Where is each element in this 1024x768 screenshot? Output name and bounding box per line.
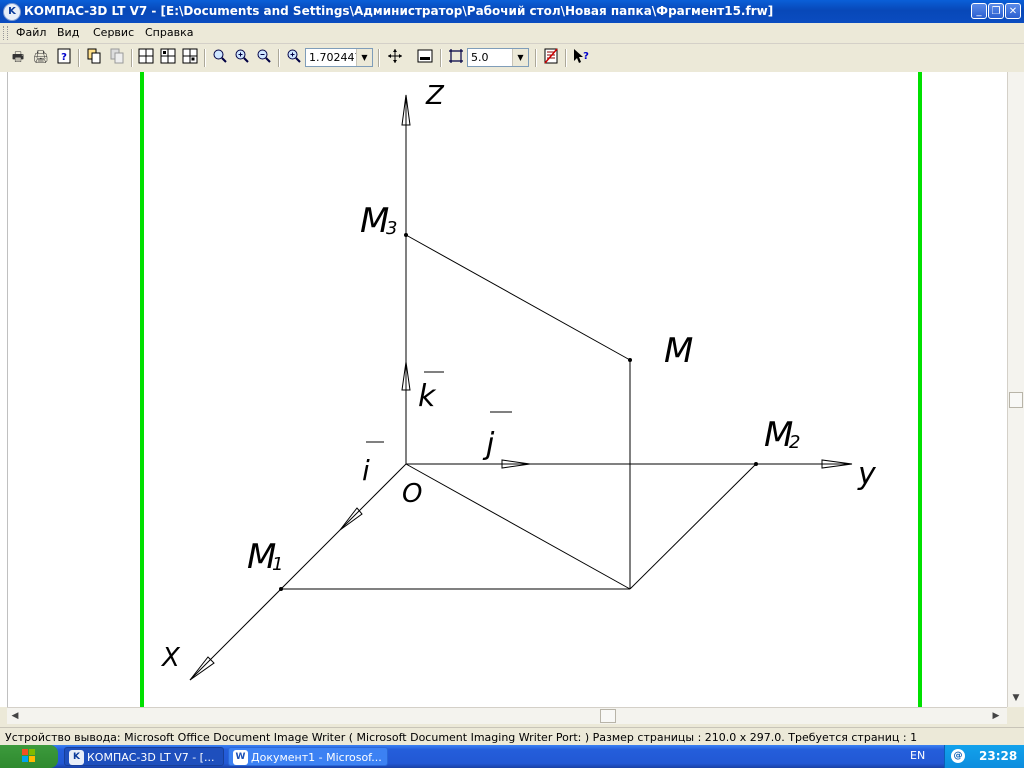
taskbar: K КОМПАС-3D LT V7 - [... W Документ1 - M…	[0, 745, 1024, 768]
scroll-right-icon[interactable]: ▶	[989, 709, 1003, 723]
view-grid-3-icon[interactable]	[180, 48, 200, 68]
zoom-window-icon[interactable]	[210, 48, 230, 68]
vertical-scroll-thumb[interactable]	[1009, 392, 1023, 408]
tray-icon[interactable]: @	[951, 749, 965, 763]
clock: 23:28	[979, 749, 1018, 763]
word-document-icon: W	[233, 750, 248, 765]
view-grid-2-icon[interactable]	[158, 48, 178, 68]
menu-grip	[3, 26, 8, 40]
status-bar: Устройство вывода: Microsoft Office Docu…	[0, 727, 1024, 746]
menu-view[interactable]: Вид	[57, 26, 79, 39]
copy-props-icon[interactable]	[84, 48, 104, 68]
paste-props-icon[interactable]	[107, 48, 127, 68]
point-m1	[279, 587, 283, 591]
taskbar-item-word[interactable]: W Документ1 - Microsof...	[228, 747, 388, 766]
x-axis-label: X	[160, 643, 181, 673]
vertical-scrollbar[interactable]: ▼	[1007, 72, 1024, 707]
minimize-button[interactable]: _	[971, 3, 987, 19]
horizontal-scroll-thumb[interactable]	[600, 709, 616, 723]
toolbar-separator	[535, 49, 537, 67]
y-axis-label: y	[857, 457, 877, 492]
kompas-icon: K	[69, 750, 84, 765]
m3-to-m-line	[405, 234, 631, 361]
zoom-in-icon[interactable]	[232, 48, 252, 68]
menu-service[interactable]: Сервис	[93, 26, 134, 39]
point-m1-subscript: 1	[272, 554, 283, 575]
zoom-value: 1.702447	[309, 51, 362, 64]
toolbar: 🖶 🖨 ? 1.702447 ▼ 5.0 ▼ ?	[0, 44, 1024, 73]
point-m2	[754, 462, 758, 466]
step-combo[interactable]: 5.0 ▼	[467, 48, 529, 67]
zoom-out-icon[interactable]	[254, 48, 274, 68]
menu-bar: Файл Вид Сервис Справка	[0, 23, 1024, 44]
x-axis	[189, 463, 407, 681]
zoom-scale-icon[interactable]	[284, 48, 304, 68]
toolbar-separator	[204, 49, 206, 67]
point-m3-label: M	[360, 201, 389, 241]
print-icon[interactable]: 🖶	[8, 48, 28, 68]
point-m3	[404, 233, 408, 237]
language-indicator[interactable]: EN	[910, 749, 925, 762]
title-bar: K КОМПАС-3D LT V7 - [E:\Documents and Se…	[0, 0, 1024, 23]
point-m	[628, 358, 632, 362]
window-title: КОМПАС-3D LT V7 - [E:\Documents and Sett…	[24, 4, 774, 18]
projection-to-m2-line	[629, 463, 757, 590]
toolbar-separator	[378, 49, 380, 67]
taskbar-item-label: Документ1 - Microsof...	[251, 751, 382, 764]
kompas-icon[interactable]: K	[3, 3, 21, 21]
toolbar-separator	[131, 49, 133, 67]
toolbar-separator	[440, 49, 442, 67]
status-text: Устройство вывода: Microsoft Office Docu…	[5, 731, 918, 744]
chevron-down-icon[interactable]: ▼	[512, 49, 528, 66]
cursor-step-icon[interactable]	[446, 48, 466, 68]
toolbar-separator	[565, 49, 567, 67]
print-preview-icon[interactable]: 🖨	[31, 48, 51, 68]
j-vector-label: j	[482, 427, 495, 462]
drawing-svg: Z y X O M M 3 M 2 M 1 i j k	[140, 72, 922, 707]
start-button[interactable]	[0, 745, 58, 768]
chevron-down-icon[interactable]: ▼	[356, 49, 372, 66]
drawing-canvas[interactable]: Z y X O M M 3 M 2 M 1 i j k	[0, 72, 1007, 707]
toolbar-separator	[78, 49, 80, 67]
z-axis-label: Z	[425, 81, 445, 111]
pan-icon[interactable]	[385, 48, 405, 68]
restore-button[interactable]: ❐	[988, 3, 1004, 19]
svg-text:?: ?	[583, 51, 589, 62]
i-vector-label: i	[362, 454, 370, 487]
step-value: 5.0	[471, 51, 489, 64]
point-m3-subscript: 3	[386, 218, 397, 239]
help-doc-icon[interactable]: ?	[54, 48, 74, 68]
horizontal-scrollbar[interactable]: ◀ ▶	[7, 707, 1007, 724]
context-help-icon[interactable]: ?	[571, 48, 591, 68]
toolbar-separator	[278, 49, 280, 67]
show-all-icon[interactable]	[415, 48, 435, 68]
scroll-down-icon[interactable]: ▼	[1009, 691, 1023, 705]
manager-icon[interactable]	[541, 48, 561, 68]
windows-flag-icon	[22, 749, 35, 762]
svg-text:?: ?	[61, 52, 67, 63]
zoom-combo[interactable]: 1.702447 ▼	[305, 48, 373, 67]
view-grid-1-icon[interactable]	[136, 48, 156, 68]
menu-help[interactable]: Справка	[145, 26, 193, 39]
o-to-projection-line	[405, 463, 631, 590]
point-m-label: M	[664, 331, 693, 371]
scroll-left-icon[interactable]: ◀	[8, 709, 22, 723]
taskbar-item-label: КОМПАС-3D LT V7 - [...	[87, 751, 215, 764]
system-tray: @ 23:28	[944, 745, 1024, 768]
origin-label: O	[402, 479, 422, 509]
taskbar-item-kompas[interactable]: K КОМПАС-3D LT V7 - [...	[64, 747, 224, 766]
k-vector-label: k	[418, 379, 437, 414]
close-button[interactable]: ✕	[1005, 3, 1021, 19]
point-m2-subscript: 2	[789, 432, 800, 453]
menu-file[interactable]: Файл	[16, 26, 46, 39]
